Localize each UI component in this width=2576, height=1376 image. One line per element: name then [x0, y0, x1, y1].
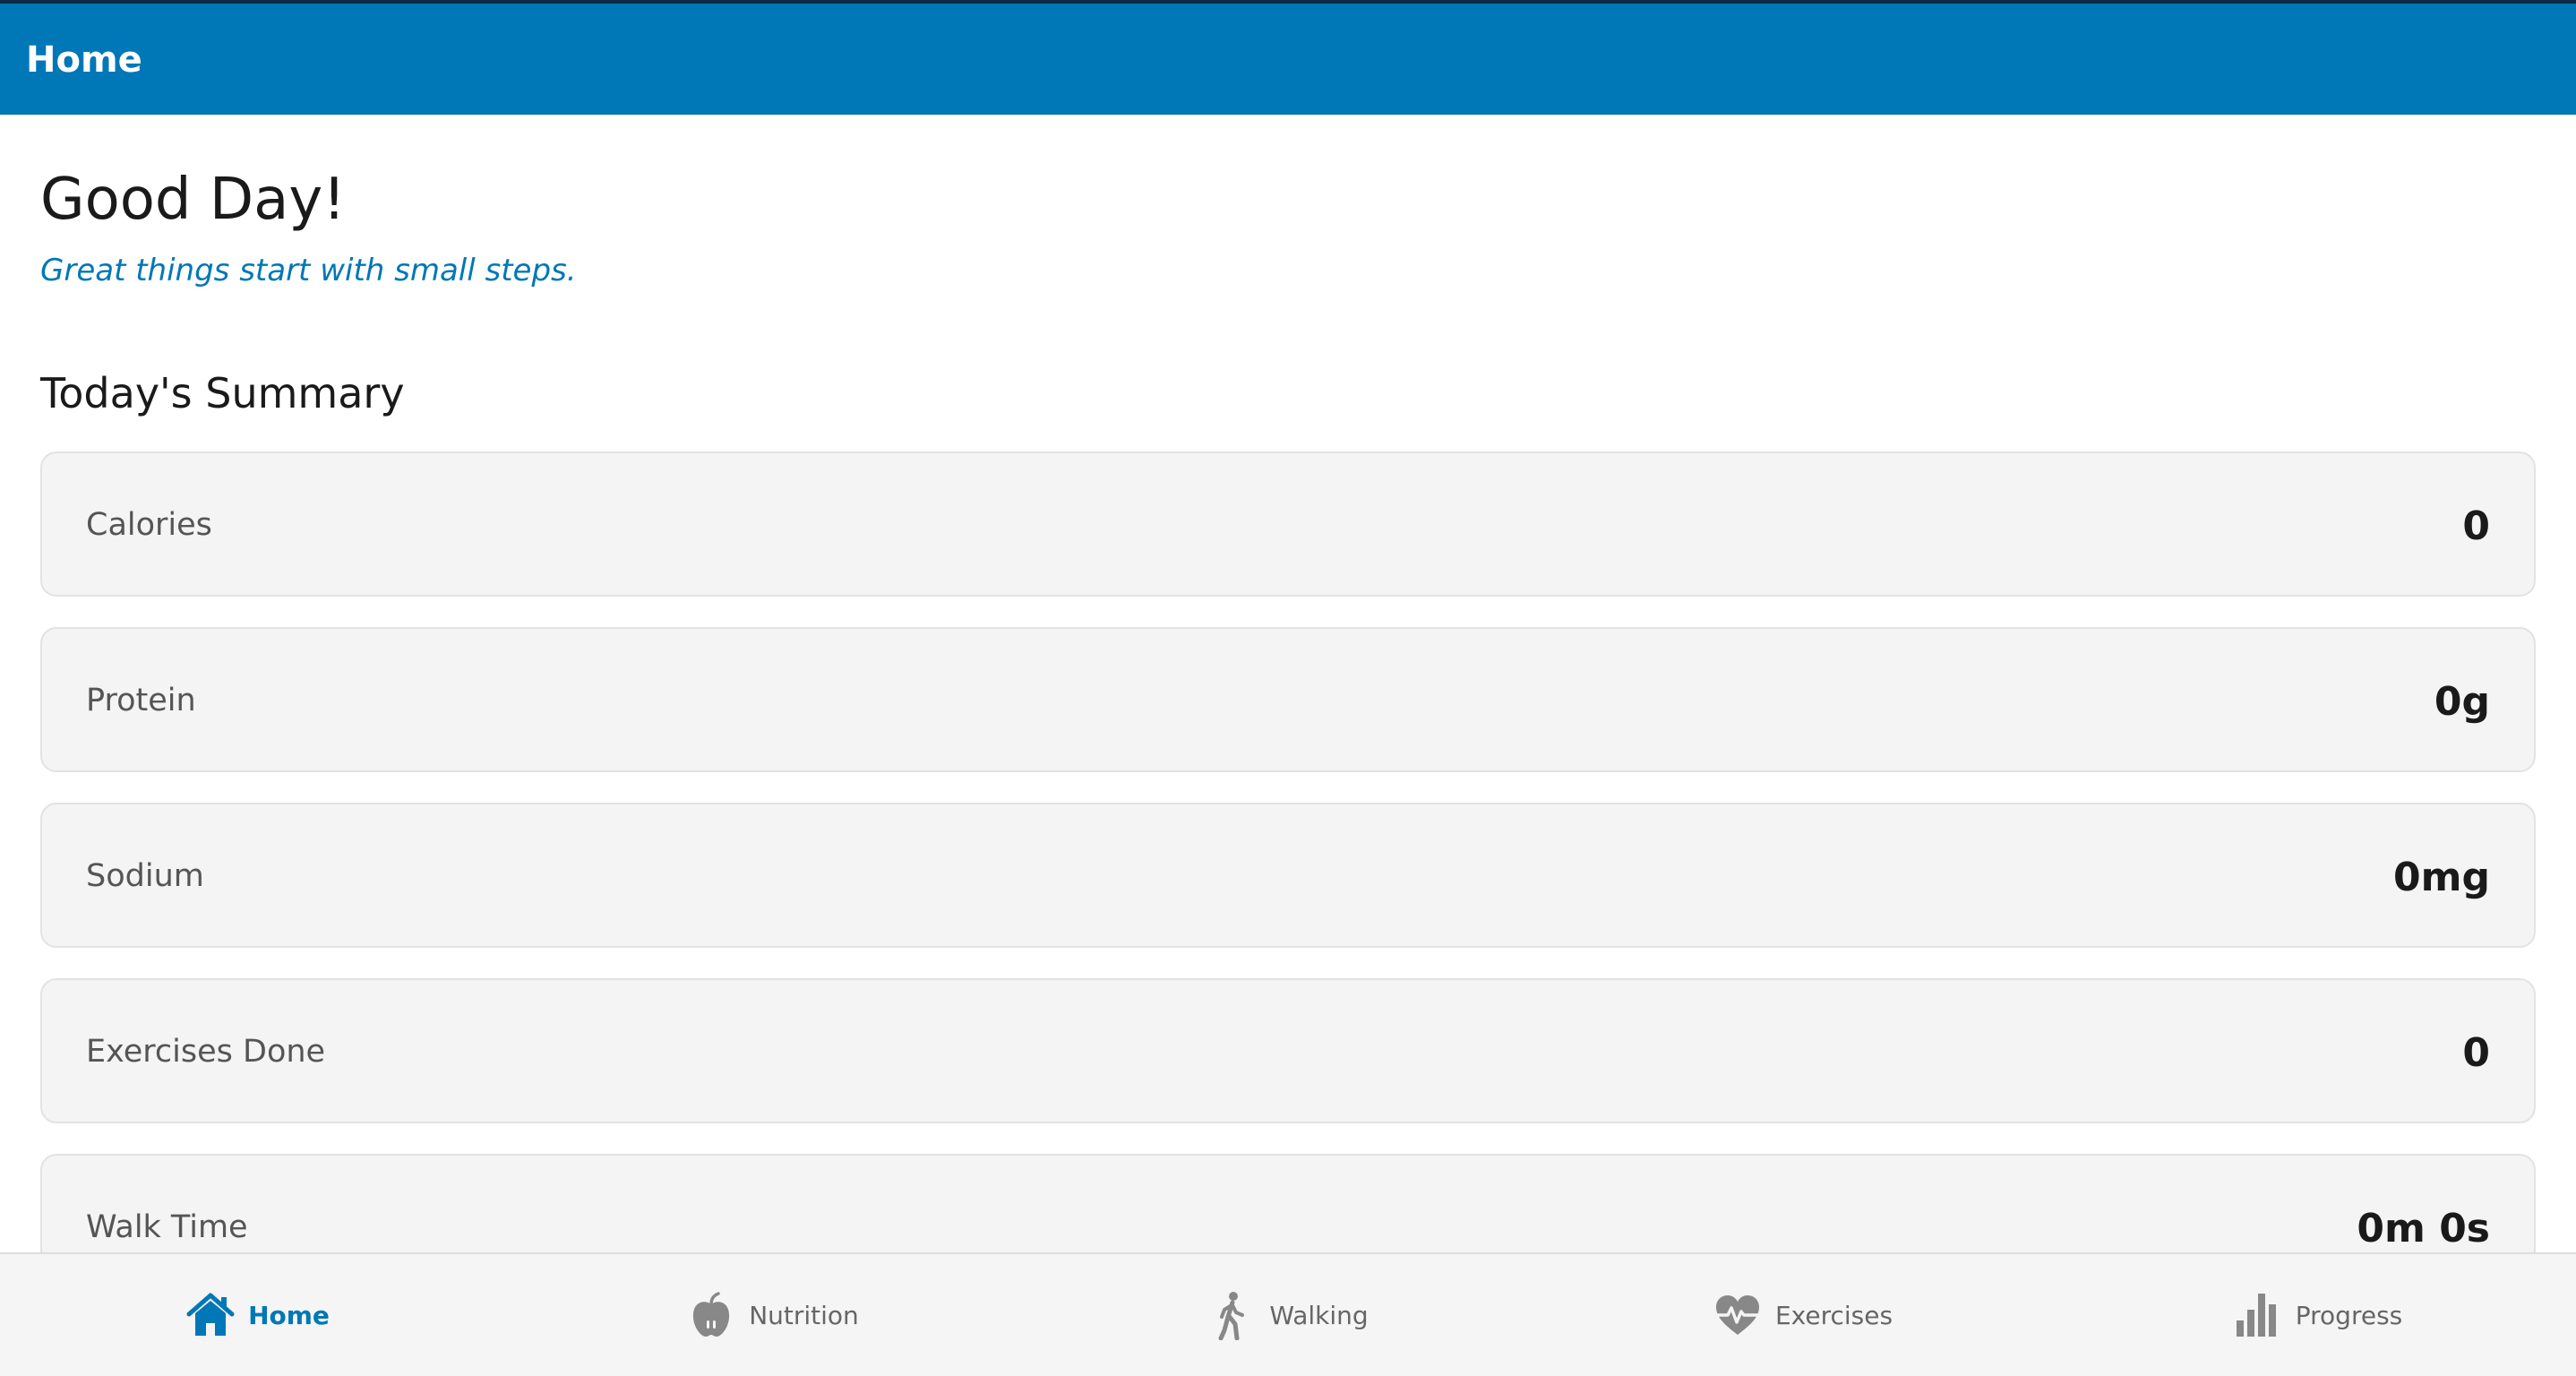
summary-card-value: 0: [2462, 1030, 2490, 1076]
tab-home[interactable]: Home: [0, 1254, 515, 1376]
home-content[interactable]: Good Day! Great things start with small …: [0, 115, 2576, 1252]
tab-walking[interactable]: Walking: [1030, 1254, 1545, 1376]
walking-person-icon: [1206, 1290, 1257, 1340]
summary-card-exercises: Exercises Done 0: [40, 978, 2536, 1123]
summary-card-value: 0g: [2434, 679, 2490, 725]
summary-card-label: Walk Time: [86, 1209, 248, 1245]
motivational-tagline: Great things start with small steps.: [40, 253, 577, 288]
summary-card-value: 0m 0s: [2357, 1206, 2490, 1251]
tab-progress-label: Progress: [2295, 1300, 2403, 1330]
bar-chart-icon: [2233, 1290, 2283, 1340]
summary-card-list: Calories 0 Protein 0g Sodium 0mg Exercis…: [40, 452, 2536, 1252]
summary-card-label: Protein: [86, 683, 196, 718]
tab-nutrition[interactable]: Nutrition: [515, 1254, 1030, 1376]
tab-nutrition-label: Nutrition: [749, 1300, 859, 1330]
bottom-tab-bar: Home Nutrition Walking Exercises Progres…: [0, 1252, 2576, 1376]
home-icon: [185, 1290, 236, 1340]
tab-progress[interactable]: Progress: [2060, 1254, 2575, 1376]
summary-card-label: Sodium: [86, 858, 204, 894]
summary-card-calories: Calories 0: [40, 452, 2536, 597]
summary-card-walk-time: Walk Time 0m 0s: [40, 1154, 2536, 1252]
summary-card-sodium: Sodium 0mg: [40, 803, 2536, 948]
tab-walking-label: Walking: [1269, 1300, 1369, 1330]
app-header: Home: [0, 0, 2576, 115]
apple-icon: [686, 1290, 736, 1340]
summary-card-value: 0mg: [2393, 855, 2490, 900]
tab-exercises-label: Exercises: [1774, 1300, 1893, 1330]
header-title: Home: [26, 39, 142, 81]
summary-card-label: Calories: [86, 507, 212, 543]
summary-section-title: Today's Summary: [40, 369, 405, 417]
app-root: Home Good Day! Great things start with s…: [0, 0, 2576, 1376]
summary-card-value: 0: [2462, 503, 2490, 549]
summary-card-label: Exercises Done: [86, 1034, 326, 1070]
heartbeat-icon: [1713, 1290, 1763, 1340]
summary-card-protein: Protein 0g: [40, 627, 2536, 772]
tab-exercises[interactable]: Exercises: [1545, 1254, 2060, 1376]
greeting-heading: Good Day!: [40, 167, 346, 233]
tab-home-label: Home: [248, 1300, 330, 1330]
